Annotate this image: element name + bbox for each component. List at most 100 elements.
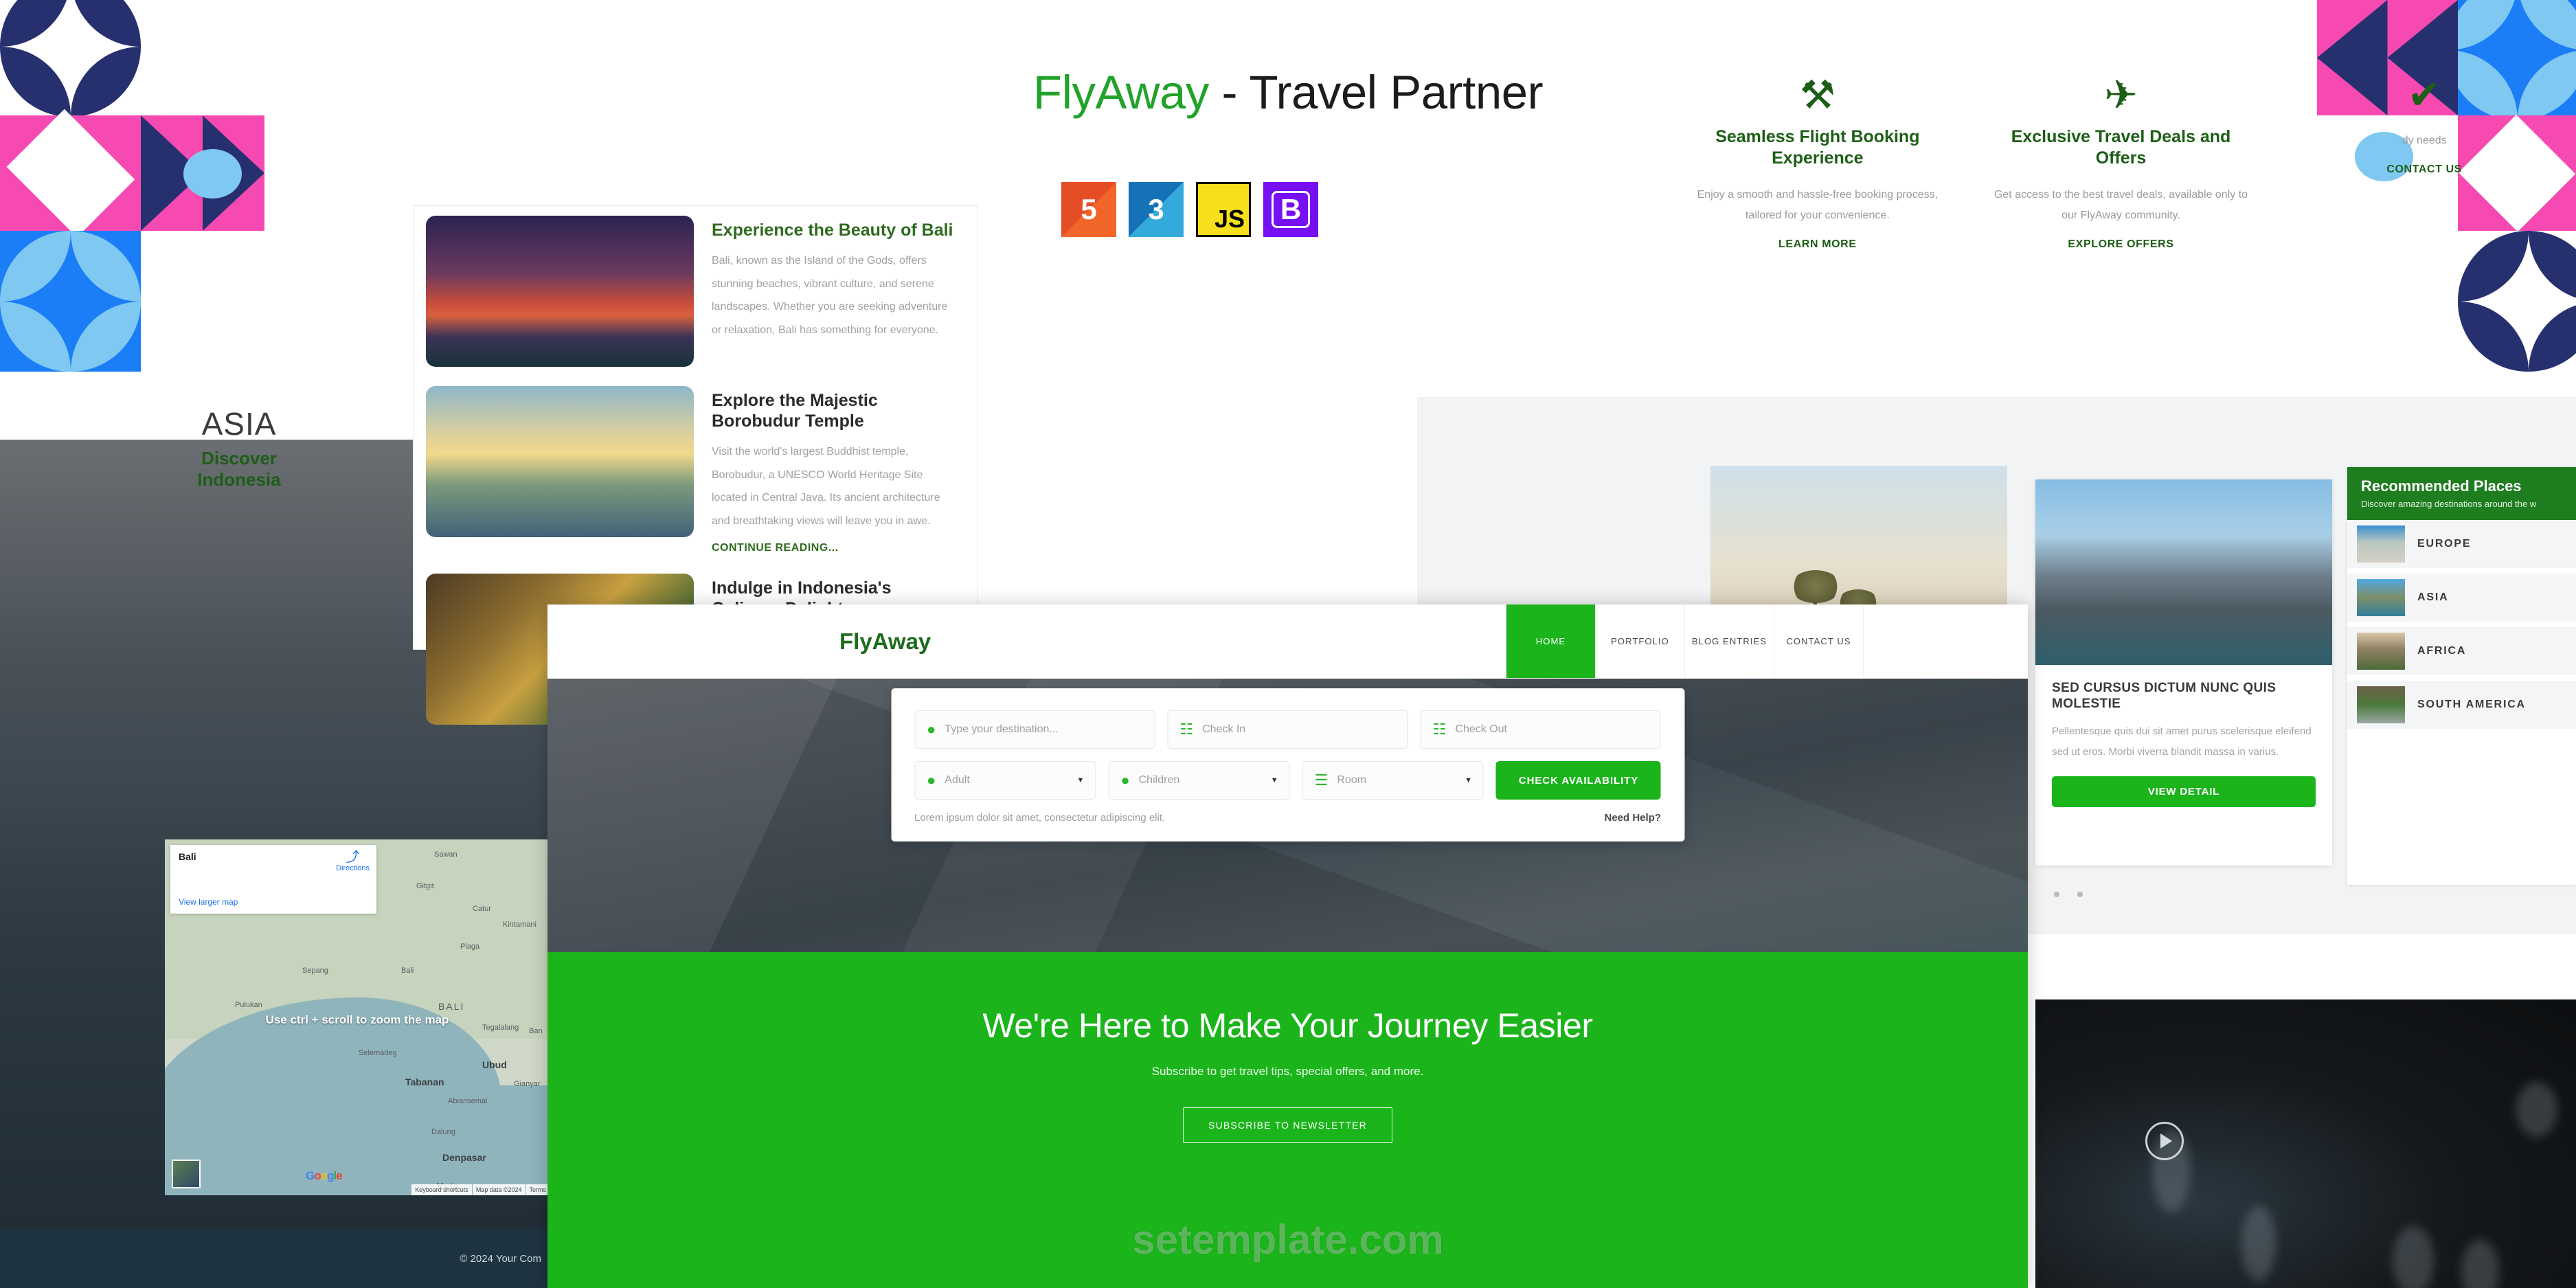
chevron-down-icon: ▼ (1270, 776, 1278, 784)
feature-description: Enjoy a smooth and hassle-free booking p… (1697, 188, 1939, 221)
map-place-label: Ubud (482, 1059, 507, 1070)
browser-window: FlyAway HOME PORTFOLIO BLOG ENTRIES CONTACT… (547, 605, 2028, 1288)
recommended-thumbnail (2357, 526, 2405, 563)
recommended-item[interactable]: ASIA (2347, 574, 2576, 622)
site-navbar: FlyAway HOME PORTFOLIO BLOG ENTRIES CONTACT… (547, 605, 2028, 679)
recommended-list: EUROPE ASIA AFRICA SOUTH AMERICA (2347, 520, 2576, 729)
javascript-logo (1196, 182, 1251, 237)
carousel-dot[interactable] (2077, 892, 2083, 897)
destination-card[interactable]: SED CURSUS DICTUM NUNC QUIS MOLESTIE Pel… (2035, 479, 2332, 866)
recommended-label: ASIA (2417, 591, 2449, 603)
map-satellite-thumbnail[interactable] (172, 1160, 201, 1188)
article-item[interactable]: Explore the Majestic Borobudur Temple Vi… (414, 376, 977, 564)
children-select[interactable]: ● Children ▼ (1108, 761, 1290, 800)
recommended-thumbnail (2357, 686, 2405, 723)
map-attribution: Keyboard shortcuts Map data ©2024 Terms (411, 1184, 550, 1195)
need-help-link[interactable]: Need Help? (1604, 812, 1661, 824)
location-pin-icon: ● (927, 721, 936, 738)
checkout-input[interactable]: ☷ Check Out (1420, 710, 1661, 749)
destination-placeholder: Type your destination... (945, 723, 1059, 735)
article-title: Experience the Beauty of Bali (712, 221, 953, 240)
view-larger-map-link[interactable]: View larger map (179, 897, 238, 907)
person-icon: ● (927, 771, 936, 789)
check-availability-button[interactable]: CHECK AVAILABILITY (1495, 761, 1661, 800)
navbar-items: HOME PORTFOLIO BLOG ENTRIES CONTACT US (1506, 605, 1863, 678)
circle-shape-lightblue-left (183, 149, 242, 199)
cta-subtitle: Subscribe to get travel tips, special of… (1151, 1065, 1424, 1078)
recommended-item[interactable]: SOUTH AMERICA (2347, 681, 2576, 729)
recommended-label: SOUTH AMERICA (2417, 699, 2526, 710)
learn-more-link[interactable]: LEARN MORE (1684, 238, 1952, 251)
css3-logo (1129, 182, 1184, 237)
play-button[interactable] (2145, 1122, 2184, 1160)
checkin-placeholder: Check In (1202, 723, 1246, 735)
page-title: FlyAway - Travel Partner (0, 65, 2576, 120)
map-place-label: Pulukan (235, 1001, 262, 1009)
nav-item-home[interactable]: HOME (1506, 605, 1595, 678)
discover-indonesia-subheading: Discover Indonesia (197, 448, 281, 490)
subscribe-newsletter-button[interactable]: SUBSCRIBE TO NEWSLETTER (1183, 1107, 1392, 1143)
map-place-label: Selemadeg (359, 1049, 397, 1057)
bed-icon: ☰ (1314, 771, 1329, 789)
map-place-label: Gitgit (416, 882, 434, 890)
card-title: SED CURSUS DICTUM NUNC QUIS MOLESTIE (2052, 681, 2276, 712)
map-info-card[interactable]: Bali ⤴ Directions View larger map (170, 845, 376, 914)
room-select[interactable]: ☰ Room ▼ (1302, 761, 1484, 800)
flower-tile-blue (0, 231, 141, 372)
recommended-places-panel: Recommended Places Discover amazing dest… (2347, 467, 2576, 885)
adult-select[interactable]: ● Adult ▼ (914, 761, 1096, 800)
checkin-input[interactable]: ☷ Check In (1167, 710, 1408, 749)
article-item[interactable]: Experience the Beauty of Bali Bali, know… (414, 206, 977, 376)
navbar-logo[interactable]: FlyAway (547, 605, 1028, 678)
recommended-label: AFRICA (2417, 645, 2467, 657)
articles-panel: Experience the Beauty of Bali Bali, know… (414, 206, 977, 725)
search-row-primary: ● Type your destination... ☷ Check In ☷ … (914, 710, 1661, 749)
search-row-secondary: ● Adult ▼ ● Children ▼ ☰ Room ▼ CHECK AV… (914, 761, 1661, 800)
search-note: Lorem ipsum dolor sit amet, consectetur … (914, 812, 1166, 824)
map-data-label: Map data ©2024 (472, 1184, 526, 1195)
keyboard-shortcuts-link[interactable]: Keyboard shortcuts (411, 1184, 472, 1195)
map-place-label: Gianyar (514, 1080, 541, 1088)
map-directions-button[interactable]: ⤴ Directions (336, 850, 370, 872)
nav-item-blog-entries[interactable]: BLOG ENTRIES (1684, 605, 1774, 678)
children-value: Children (1138, 774, 1180, 786)
chevron-down-icon: ▼ (1076, 776, 1085, 784)
card-description: Pellentesque quis dui sit amet purus sce… (2052, 725, 2312, 758)
map-place-label: Denpasar (442, 1152, 486, 1163)
nav-item-contact-us[interactable]: CONTACT US (1774, 605, 1863, 678)
recommended-subtitle: Discover amazing destinations around the… (2361, 499, 2537, 509)
recommended-thumbnail (2357, 579, 2405, 616)
map-place-label: Plaga (460, 942, 480, 951)
checkout-placeholder: Check Out (1455, 723, 1507, 735)
view-detail-button[interactable]: VIEW DETAIL (2052, 776, 2316, 808)
map-place-label: Catur (473, 905, 491, 913)
html5-logo (1061, 182, 1116, 237)
carousel-dots[interactable] (2054, 892, 2083, 897)
map-zoom-hint: Use ctrl + scroll to zoom the map (265, 1013, 449, 1026)
google-map-widget[interactable]: Sawan Gitgit Catur Kintamani Plaga Sepang Bali… (165, 839, 550, 1195)
directions-icon: ⤴ (346, 850, 360, 865)
map-place-label: Sawan (434, 850, 457, 859)
recommended-item[interactable]: AFRICA (2347, 627, 2576, 675)
article-thumbnail-borobudur (426, 386, 694, 537)
page-title-rest: - Travel Partner (1208, 66, 1544, 119)
destination-input[interactable]: ● Type your destination... (914, 710, 1155, 749)
carousel-dot[interactable] (2054, 892, 2059, 897)
map-place-label: Abiansemal (448, 1097, 488, 1105)
continue-reading-link[interactable]: CONTINUE READING... (712, 542, 959, 554)
map-place-label: Ban (529, 1027, 543, 1035)
chevron-down-icon: ▼ (1465, 776, 1472, 784)
bootstrap-logo (1263, 182, 1318, 237)
directions-label: Directions (336, 864, 370, 872)
explore-offers-link[interactable]: EXPLORE OFFERS (1987, 238, 2255, 251)
terms-link[interactable]: Terms (526, 1184, 550, 1195)
contact-us-link[interactable]: CONTACT US (2290, 163, 2558, 176)
child-icon: ● (1120, 771, 1130, 789)
nav-item-portfolio[interactable]: PORTFOLIO (1595, 605, 1684, 678)
recommended-item[interactable]: EUROPE (2347, 520, 2576, 568)
recommended-title: Recommended Places (2361, 477, 2522, 495)
google-logo: Google (306, 1169, 343, 1182)
calendar-icon: ☷ (1179, 721, 1194, 738)
feature-title: Seamless Flight Booking Experience (1715, 127, 1920, 168)
video-panel[interactable] (2035, 999, 2576, 1288)
